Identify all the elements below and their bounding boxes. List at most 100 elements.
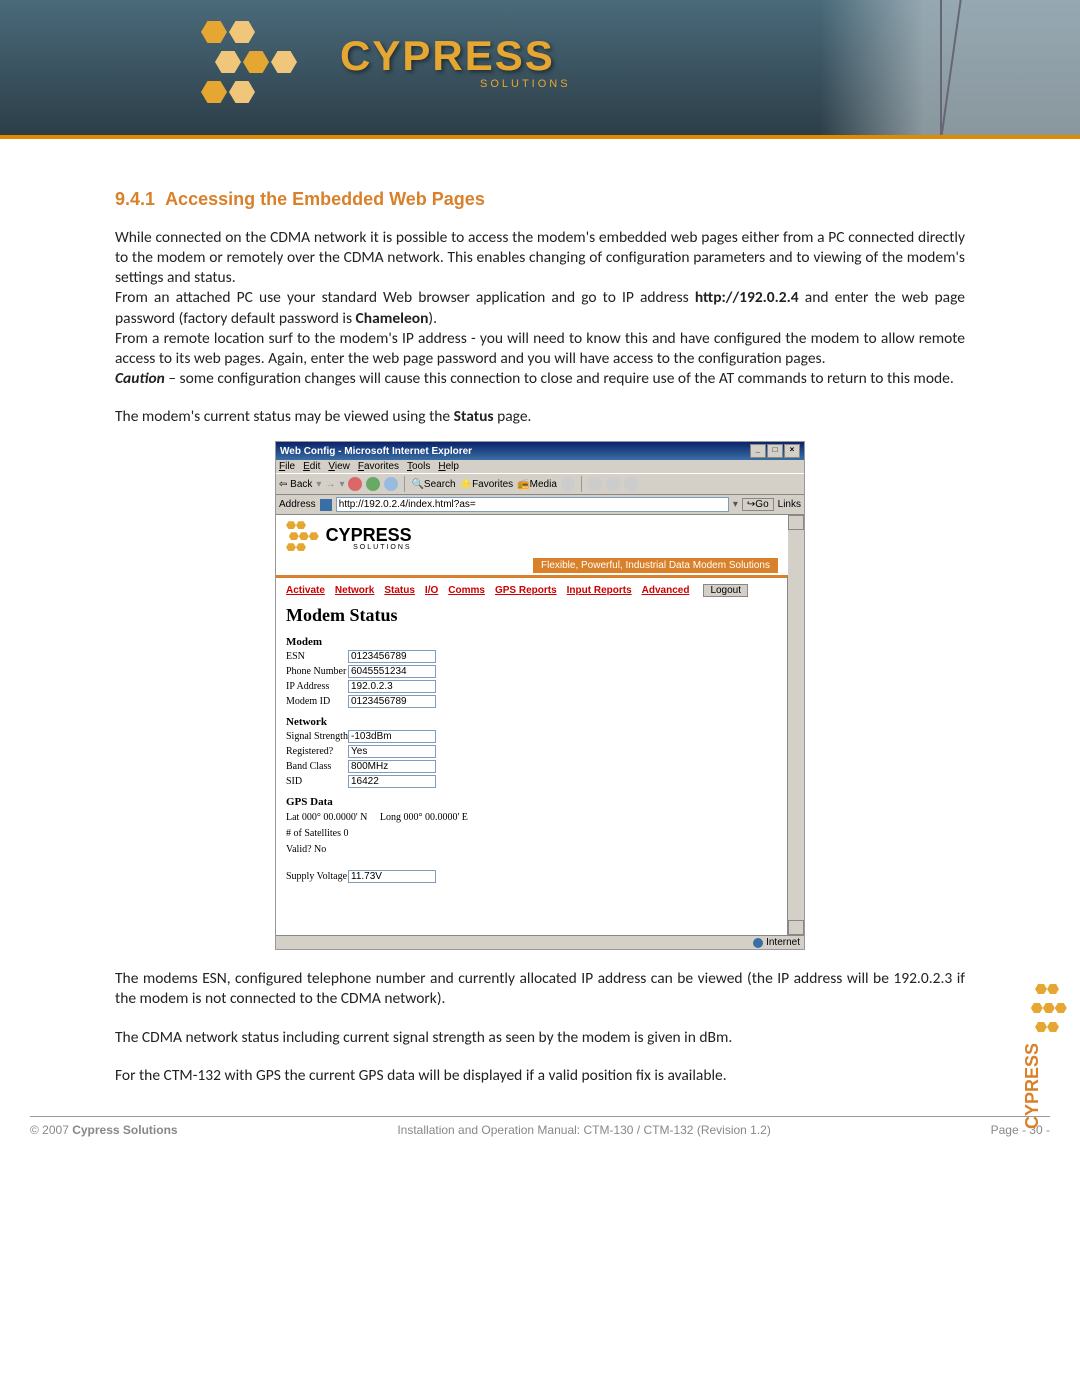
banner-photo	[820, 0, 1080, 135]
para-caution: Caution – some configuration changes wil…	[115, 369, 965, 389]
para-2: From an attached PC use your standard We…	[115, 288, 965, 328]
nav-status[interactable]: Status	[384, 585, 415, 596]
sid-field[interactable]	[348, 775, 436, 788]
body-text: While connected on the CDMA network it i…	[115, 228, 965, 427]
header-banner: CYPRESS SOLUTIONS	[0, 0, 1080, 139]
supply-field[interactable]	[348, 870, 436, 883]
side-brand-text: CYPRESS	[1022, 1043, 1043, 1129]
media-button[interactable]: 📻Media	[517, 479, 557, 490]
body-text-bottom: The modems ESN, configured telephone num…	[115, 969, 965, 1086]
menu-help[interactable]: Help	[438, 461, 459, 472]
page-heading: Modem Status	[286, 605, 778, 626]
minimize-button[interactable]: _	[750, 444, 766, 458]
address-bar: Address ▾ ↪Go Links	[276, 495, 804, 515]
phone-field[interactable]	[348, 665, 436, 678]
menu-bar: File Edit View Favorites Tools Help	[276, 460, 804, 473]
gps-lat: Lat 000° 00.0000' N	[286, 812, 367, 823]
ie-icon	[320, 499, 332, 511]
scrollbar[interactable]	[787, 515, 804, 935]
section-heading: 9.4.1 Accessing the Embedded Web Pages	[115, 189, 965, 210]
para-6: The modems ESN, configured telephone num…	[115, 969, 965, 1009]
menu-favorites[interactable]: Favorites	[358, 461, 399, 472]
stop-icon[interactable]	[348, 477, 362, 491]
nav-network[interactable]: Network	[335, 585, 374, 596]
maximize-button[interactable]: □	[767, 444, 783, 458]
mail-icon[interactable]	[588, 477, 602, 491]
section-network: Network	[286, 716, 778, 728]
gps-sats: # of Satellites 0	[286, 828, 349, 839]
status-bar: Internet	[276, 935, 804, 949]
close-button[interactable]: ×	[784, 444, 800, 458]
links-label[interactable]: Links	[778, 499, 801, 510]
footer: © 2007 Cypress Solutions Installation an…	[30, 1116, 1050, 1167]
logout-button[interactable]: Logout	[703, 584, 748, 597]
go-button[interactable]: ↪Go	[742, 498, 774, 511]
row-signal: Signal Strength	[286, 730, 778, 743]
page-viewport: CYPRESS SOLUTIONS Flexible, Powerful, In…	[276, 515, 804, 935]
search-button[interactable]: 🔍Search	[411, 479, 455, 490]
toolbar: ⇦ Back ▾ → ▾ 🔍Search ⭐Favorites 📻Media	[276, 473, 804, 495]
window-titlebar: Web Config - Microsoft Internet Explorer…	[276, 442, 804, 460]
page-body: Modem Status Modem ESN Phone Number IP A…	[276, 605, 788, 895]
refresh-icon[interactable]	[366, 477, 380, 491]
nav-activate[interactable]: Activate	[286, 585, 325, 596]
section-title: Accessing the Embedded Web Pages	[165, 189, 485, 209]
section-number: 9.4.1	[115, 189, 155, 209]
forward-button[interactable]: →	[325, 479, 335, 490]
section-modem: Modem	[286, 636, 778, 648]
band-field[interactable]	[348, 760, 436, 773]
favorites-button[interactable]: ⭐Favorites	[460, 479, 514, 490]
row-modemid: Modem ID	[286, 695, 778, 708]
home-icon[interactable]	[384, 477, 398, 491]
ip-field[interactable]	[348, 680, 436, 693]
history-icon[interactable]	[561, 477, 575, 491]
nav-input-reports[interactable]: Input Reports	[567, 585, 632, 596]
side-hex-icon	[1022, 980, 1072, 1037]
window-title: Web Config - Microsoft Internet Explorer	[280, 446, 472, 457]
row-ip: IP Address	[286, 680, 778, 693]
signal-field[interactable]	[348, 730, 436, 743]
section-gps: GPS Data	[286, 796, 778, 808]
row-phone: Phone Number	[286, 665, 778, 678]
menu-view[interactable]: View	[328, 461, 350, 472]
footer-center: Installation and Operation Manual: CTM-1…	[397, 1123, 771, 1137]
window-buttons: _ □ ×	[749, 444, 800, 458]
nav-advanced[interactable]: Advanced	[642, 585, 690, 596]
row-sid: SID	[286, 775, 778, 788]
edit-icon[interactable]	[624, 477, 638, 491]
back-button[interactable]: ⇦ Back	[279, 479, 312, 490]
row-esn: ESN	[286, 650, 778, 663]
nav-gps-reports[interactable]: GPS Reports	[495, 585, 557, 596]
page-nav: Activate Network Status I/O Comms GPS Re…	[276, 578, 788, 603]
modemid-field[interactable]	[348, 695, 436, 708]
row-band: Band Class	[286, 760, 778, 773]
para-5: The modem's current status may be viewed…	[115, 407, 965, 427]
menu-edit[interactable]: Edit	[303, 461, 320, 472]
para-7: The CDMA network status including curren…	[115, 1028, 965, 1048]
page-hex-icon	[286, 521, 319, 554]
registered-field[interactable]	[348, 745, 436, 758]
para-1: While connected on the CDMA network it i…	[115, 228, 965, 288]
row-supply: Supply Voltage	[286, 870, 778, 883]
page-tagline: Flexible, Powerful, Industrial Data Mode…	[533, 558, 778, 573]
status-left	[280, 937, 283, 948]
address-label: Address	[279, 499, 316, 510]
nav-io[interactable]: I/O	[425, 585, 438, 596]
address-input[interactable]	[336, 497, 729, 512]
nav-comms[interactable]: Comms	[448, 585, 485, 596]
side-logo: CYPRESS	[1022, 980, 1072, 1129]
page-brand: CYPRESS SOLUTIONS	[326, 525, 412, 551]
browser-screenshot: Web Config - Microsoft Internet Explorer…	[276, 442, 804, 949]
gps-block: Lat 000° 00.0000' N Long 000° 00.0000' E…	[286, 810, 778, 858]
esn-field[interactable]	[348, 650, 436, 663]
page-header: CYPRESS SOLUTIONS Flexible, Powerful, In…	[276, 515, 788, 575]
menu-file[interactable]: File	[279, 461, 295, 472]
tower-icon	[920, 0, 960, 139]
footer-left: © 2007 Cypress Solutions	[30, 1123, 178, 1137]
menu-tools[interactable]: Tools	[407, 461, 430, 472]
internet-zone-icon	[753, 938, 763, 948]
para-8: For the CTM-132 with GPS the current GPS…	[115, 1066, 965, 1086]
status-zone: Internet	[753, 937, 800, 948]
print-icon[interactable]	[606, 477, 620, 491]
para-3: From a remote location surf to the modem…	[115, 329, 965, 369]
